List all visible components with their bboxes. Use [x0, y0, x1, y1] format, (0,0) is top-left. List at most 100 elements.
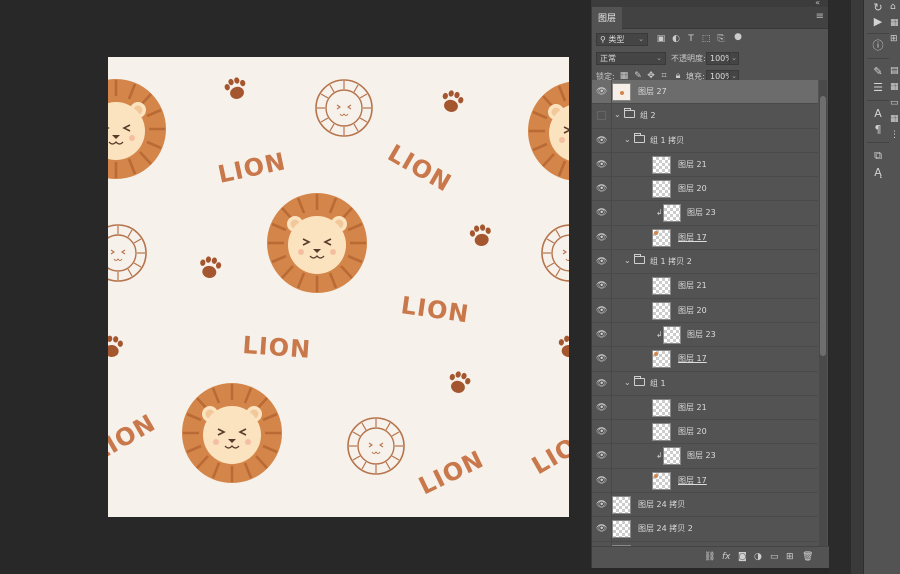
layer-name[interactable]: 图层 23 [687, 207, 716, 218]
filter-kind-select[interactable]: ⚲ 类型 ⌄ [596, 33, 648, 46]
layer-name[interactable]: 图层 17 [678, 353, 707, 364]
eye-icon[interactable]: 👁︎ [596, 208, 607, 218]
layer-row[interactable]: 👁︎ 图层 17 [592, 225, 818, 251]
eye-icon[interactable]: 👁︎ [596, 281, 607, 291]
eye-icon[interactable]: 👁︎ [596, 160, 607, 170]
blend-mode-select[interactable]: 正常 ⌄ [596, 52, 666, 65]
layer-group-row[interactable]: 👁︎ ⌄ 组 1 [592, 371, 818, 396]
eye-icon[interactable]: 👁︎ [596, 476, 607, 486]
clone-source-icon[interactable]: ⧉ [869, 148, 887, 164]
layer-group-row[interactable]: 👁︎ ⌄ 组 1 拷贝 2 [592, 250, 818, 275]
layer-name[interactable]: 组 2 [640, 110, 656, 121]
eye-icon[interactable] [597, 111, 606, 121]
smart-object-filter-icon[interactable]: ⎘ [715, 33, 727, 45]
group-expand-icon[interactable]: ⌄ [624, 378, 631, 387]
layer-row[interactable]: 👁︎ 图层 20 [592, 420, 818, 445]
actions-play-icon[interactable]: ▶ [869, 14, 887, 30]
eye-icon[interactable]: 👁︎ [596, 427, 607, 437]
trash-icon[interactable]: 🗑︎ [802, 552, 813, 562]
mini-panel-icon[interactable]: ▦ [890, 112, 900, 126]
mini-panel-icon[interactable]: ▦ [890, 80, 900, 94]
new-layer-icon[interactable]: ⊞ [786, 552, 794, 562]
layers-scrollbar[interactable] [819, 80, 827, 546]
paragraph-icon[interactable]: ¶ [869, 122, 887, 138]
layer-row[interactable]: 👁︎ 图层 17 [592, 468, 818, 494]
mini-panel-icon[interactable]: ⌂ [890, 0, 900, 14]
layer-row[interactable]: 👁︎ 图层 17 [592, 347, 818, 372]
panel-menu-icon[interactable]: ≡ [816, 11, 824, 22]
layer-row[interactable]: 👁︎ 图层 21 [592, 274, 818, 299]
layer-name[interactable]: 图层 17 [678, 232, 707, 243]
layer-name[interactable]: 图层 21 [678, 280, 707, 291]
glyphs-icon[interactable]: Ą [869, 165, 887, 181]
layer-name[interactable]: 图层 20 [678, 305, 707, 316]
eye-icon[interactable]: 👁︎ [596, 87, 607, 97]
document-canvas[interactable]: LION LION LION LION LION LION LION [108, 57, 569, 517]
layer-name[interactable]: 图层 17 [678, 475, 707, 486]
sliders-icon[interactable]: ☰ [869, 80, 887, 96]
mask-icon[interactable]: ◙ [738, 552, 747, 562]
layer-row[interactable]: 👁︎ 图层 20 [592, 177, 818, 202]
layer-name[interactable]: 图层 24 拷贝 2 [638, 523, 693, 534]
eye-icon[interactable]: 👁︎ [596, 354, 607, 364]
mini-panel-icon[interactable]: ▤ [890, 64, 900, 78]
mini-panel-icon[interactable]: ▭ [890, 96, 900, 110]
group-expand-icon[interactable]: ⌄ [624, 256, 631, 265]
layer-row[interactable]: 👁︎ ↲ 图层 23 [592, 322, 818, 348]
layer-row[interactable]: 👁︎ ↲ 图层 23 [592, 201, 818, 226]
brush-icon[interactable]: ✎ [869, 64, 887, 80]
layer-name[interactable]: 图层 27 [638, 86, 667, 97]
layer-group-row[interactable]: 👁︎ ⌄ 组 1 拷贝 [592, 128, 818, 153]
eye-icon[interactable]: 👁︎ [596, 524, 607, 534]
layer-row[interactable]: 👁︎ 图层 21 [592, 152, 818, 178]
eye-icon[interactable]: 👁︎ [596, 500, 607, 510]
mini-panel-icon[interactable]: ⊞ [890, 32, 900, 46]
layer-name[interactable]: 图层 20 [678, 183, 707, 194]
layer-name[interactable]: 图层 23 [687, 450, 716, 461]
adjustment-icon[interactable]: ◑ [754, 552, 762, 562]
layer-name[interactable]: 组 1 拷贝 2 [650, 256, 692, 267]
scrollbar-thumb[interactable] [820, 96, 826, 356]
mini-panel-icon[interactable]: ▦ [890, 16, 900, 30]
layer-name[interactable]: 图层 24 拷贝 [638, 499, 685, 510]
character-icon[interactable]: A [869, 106, 887, 122]
layer-row[interactable]: 👁︎ 图层 20 [592, 298, 818, 323]
eye-icon[interactable]: 👁︎ [596, 330, 607, 340]
image-filter-icon[interactable]: ▣ [655, 33, 667, 45]
group-expand-icon[interactable]: ⌄ [624, 135, 631, 144]
collapse-icon[interactable]: « [815, 0, 820, 7]
layer-name[interactable]: 图层 23 [687, 329, 716, 340]
eye-icon[interactable]: 👁︎ [596, 306, 607, 316]
layer-group-row[interactable]: ⌄ 组 2 [592, 104, 818, 129]
opacity-dropdown[interactable]: ⌄ [729, 52, 739, 65]
eye-icon[interactable]: 👁︎ [596, 379, 607, 389]
eye-icon[interactable]: 👁︎ [596, 233, 607, 243]
shape-filter-icon[interactable]: ⬚ [700, 33, 712, 45]
tab-layers[interactable]: 图层 [592, 7, 623, 29]
eye-icon[interactable]: 👁︎ [596, 184, 607, 194]
mini-panel-icon[interactable]: ⋮ [890, 128, 900, 142]
link-icon[interactable]: ⛓︎ [704, 552, 715, 562]
lion-text-7: LION [527, 422, 569, 481]
type-filter-icon[interactable]: T [685, 33, 697, 45]
eye-icon[interactable]: 👁︎ [596, 403, 607, 413]
layer-name[interactable]: 图层 21 [678, 402, 707, 413]
group-expand-icon[interactable]: ⌄ [614, 110, 621, 119]
layer-row[interactable]: 👁︎ ↲ 图层 23 [592, 444, 818, 469]
info-icon[interactable]: ⓘ [869, 38, 887, 54]
eye-icon[interactable]: 👁︎ [596, 257, 607, 267]
layer-row[interactable]: 👁︎ 图层 21 [592, 395, 818, 421]
eye-icon[interactable]: 👁︎ [596, 136, 607, 146]
layer-name[interactable]: 图层 20 [678, 426, 707, 437]
layer-row[interactable]: 👁︎ 图层 24 拷贝 [592, 493, 818, 518]
layer-row[interactable]: 👁︎ 图层 24 拷贝 2 [592, 517, 818, 542]
eye-icon[interactable]: 👁︎ [596, 451, 607, 461]
adjustment-filter-icon[interactable]: ◐ [670, 33, 682, 45]
filter-toggle-icon[interactable]: ● [732, 31, 744, 43]
layer-name[interactable]: 图层 21 [678, 159, 707, 170]
layer-row[interactable]: 👁︎ 图层 27 [592, 80, 818, 105]
layer-name[interactable]: 组 1 拷贝 [650, 135, 684, 146]
new-group-icon[interactable]: ▭ [770, 552, 779, 562]
layer-name[interactable]: 组 1 [650, 378, 666, 389]
fx-icon[interactable]: fx [722, 552, 731, 562]
